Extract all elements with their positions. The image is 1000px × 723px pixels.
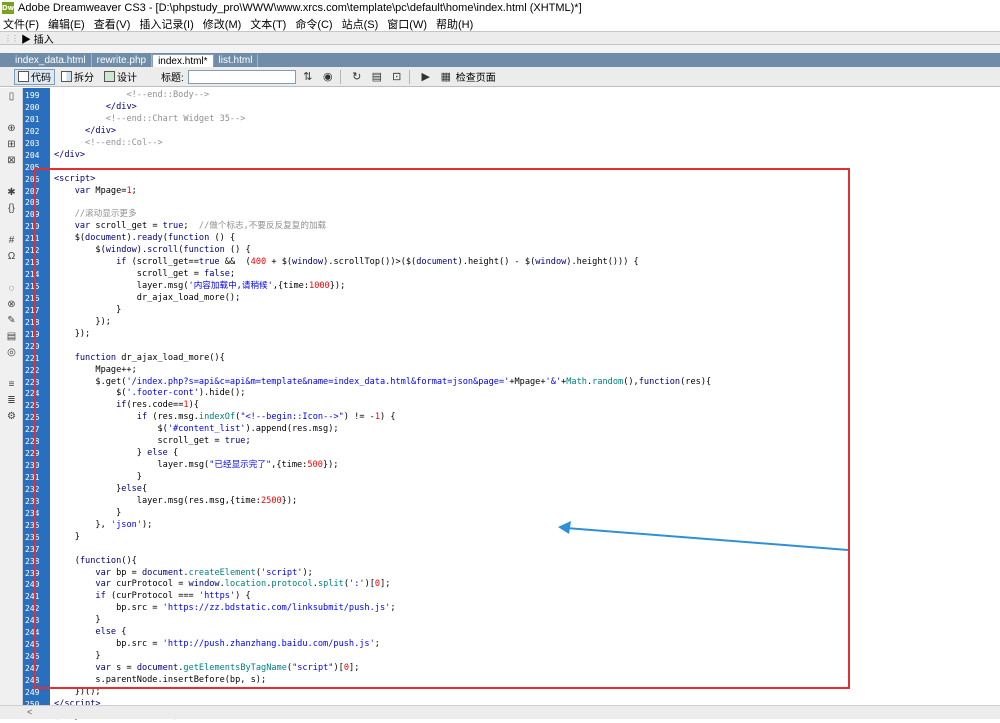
toolbar-spacer [0,45,1000,53]
menu-text[interactable]: 文本(T) [250,16,286,32]
balance-braces-icon[interactable]: {} [0,200,23,216]
remove-comment-icon[interactable]: ⊗ [0,296,23,312]
tab-list[interactable]: list.html [214,54,259,67]
menu-bar: 文件(F) 编辑(E) 查看(V) 插入记录(I) 修改(M) 文本(T) 命令… [0,16,1000,31]
refresh-icon[interactable]: ↻ [349,69,365,85]
indent-code-icon[interactable]: ≡ [0,376,23,392]
apply-comment-icon[interactable]: ◌ [0,280,23,296]
code-text: <!--end::Body--> [126,90,210,100]
coding-toolbar: ▯ ⊕ ⊞ ⊠ ✱ {} # Ω ◌ ⊗ ✎ ▤ ◎ ≡ ≣ ⚙ [0,88,23,705]
grip-icon: ⋮⋮ [4,33,19,43]
visual-aids-icon[interactable]: ⊡ [389,69,405,85]
toolbar-separator [339,69,341,84]
menu-modify[interactable]: 修改(M) [203,16,242,32]
menu-commands[interactable]: 命令(C) [295,16,332,32]
line-number: 203 [25,138,40,148]
line-numbers-icon[interactable]: # [0,232,23,248]
split-view-button[interactable]: 拆分 [57,69,98,85]
design-view-button[interactable]: 设计 [100,69,141,85]
code-text: </div> [85,125,117,136]
outdent-code-icon[interactable]: ≣ [0,392,23,408]
collapse-tag-icon[interactable]: ⊕ [0,120,23,136]
tab-index[interactable]: index.html* [152,54,214,67]
highlight-box [34,168,850,689]
menu-file[interactable]: 文件(F) [3,16,39,32]
insert-panel-bar[interactable]: ⋮⋮ ▶ 插入 [0,31,1000,46]
code-line[interactable]: 200 </div> [25,101,1000,114]
code-line[interactable]: 203 <!--end::Col--> [25,137,1000,150]
view-options-icon[interactable]: ▤ [369,69,385,85]
check-page-button[interactable]: 检查页面 [456,69,496,84]
window-title: Adobe Dreamweaver CS3 - [D:\phpstudy_pro… [18,2,582,14]
line-number: 200 [25,102,40,112]
menu-help[interactable]: 帮助(H) [436,16,473,32]
title-label: 标题: [161,73,184,84]
split-view-label: 拆分 [74,73,94,84]
recent-snippets-icon[interactable]: ▤ [0,328,23,344]
toolbar-separator [408,69,410,84]
line-number: 202 [25,126,40,136]
status-bar: < [0,705,1000,719]
check-page-icon[interactable]: ▦ [438,69,454,85]
insert-panel-label[interactable]: ▶ 插入 [21,31,54,46]
code-text: </div> [105,101,137,112]
menu-insert[interactable]: 插入记录(I) [139,16,193,32]
title-bar: Dw Adobe Dreamweaver CS3 - [D:\phpstudy_… [0,0,1000,16]
design-view-label: 设计 [117,73,137,84]
open-documents-icon[interactable]: ▯ [0,88,23,104]
dreamweaver-logo-icon: Dw [1,2,15,14]
code-line[interactable]: 204 </div> [25,149,1000,162]
design-view-icon [104,71,115,82]
document-toolbar: 代码 拆分 设计 标题: ⇅ ◉ ↻ ▤ ⊡ ▶ ▦ 检查页面 [0,67,1000,87]
code-view-label: 代码 [31,73,51,84]
code-text: <!--end::Col--> [85,137,163,148]
code-line[interactable]: 199 <!--end::Body--> [25,90,1000,102]
menu-window[interactable]: 窗口(W) [387,16,427,32]
code-view-button[interactable]: 代码 [14,68,55,85]
menu-site[interactable]: 站点(S) [342,16,379,32]
move-css-icon[interactable]: ◎ [0,344,23,360]
document-tabs: index_data.html rewrite.php index.html* … [0,53,1000,67]
horizontal-scroll-left[interactable]: < [27,707,32,717]
highlight-invalid-icon[interactable]: Ω [0,248,23,264]
tab-rewrite[interactable]: rewrite.php [92,54,153,67]
line-number: 201 [25,114,40,124]
code-view-icon [18,71,29,82]
preview-browser-icon[interactable]: ◉ [320,69,336,85]
split-view-icon [61,71,72,82]
line-number: 204 [25,150,40,160]
select-parent-tag-icon[interactable]: ✱ [0,184,23,200]
collapse-selection-icon[interactable]: ⊞ [0,136,23,152]
expand-all-icon[interactable]: ⊠ [0,152,23,168]
code-line[interactable]: 202 </div> [25,125,1000,138]
menu-view[interactable]: 查看(V) [94,16,131,32]
file-management-icon[interactable]: ⇅ [300,69,316,85]
code-text: <!--end::Chart Widget 35--> [105,113,246,124]
validate-markup-icon[interactable]: ▶ [418,69,434,85]
title-input[interactable] [187,69,296,84]
tab-index-data[interactable]: index_data.html [10,54,92,67]
menu-edit[interactable]: 编辑(E) [48,16,85,32]
line-number: 199 [25,91,40,100]
code-text: </div> [54,149,86,160]
format-source-icon[interactable]: ⚙ [0,408,23,424]
wrap-tag-icon[interactable]: ✎ [0,312,23,328]
code-line[interactable]: 201 <!--end::Chart Widget 35--> [25,113,1000,126]
